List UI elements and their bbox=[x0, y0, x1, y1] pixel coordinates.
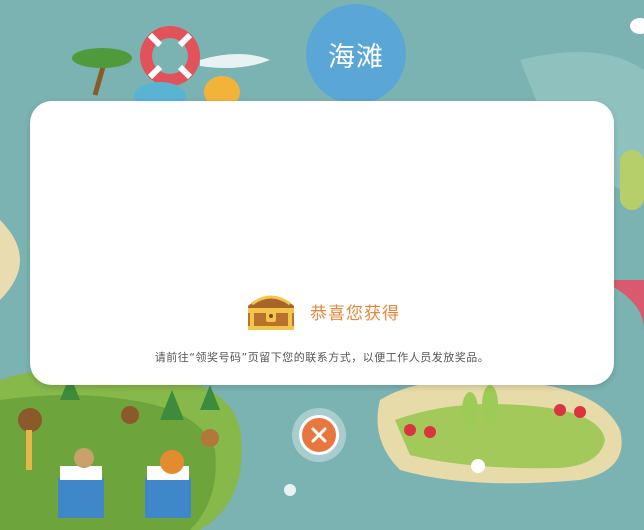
area-badge-label: 海滩 bbox=[328, 41, 384, 73]
prize-note: 请前往“领奖号码”页留下您的联系方式，以便工作人员发放奖品。 bbox=[154, 351, 490, 364]
close-icon bbox=[311, 427, 327, 443]
prize-title: 恭喜您获得 bbox=[310, 303, 400, 324]
prize-header: 恭喜您获得 bbox=[30, 291, 614, 331]
treasure-chest-icon bbox=[248, 295, 294, 330]
area-badge-beach[interactable]: 海滩 bbox=[306, 4, 406, 104]
close-button[interactable] bbox=[292, 408, 346, 462]
prize-modal: 恭喜您获得 请前往“领奖号码”页留下您的联系方式，以便工作人员发放奖品。 bbox=[30, 101, 614, 385]
close-button-face bbox=[299, 415, 339, 455]
